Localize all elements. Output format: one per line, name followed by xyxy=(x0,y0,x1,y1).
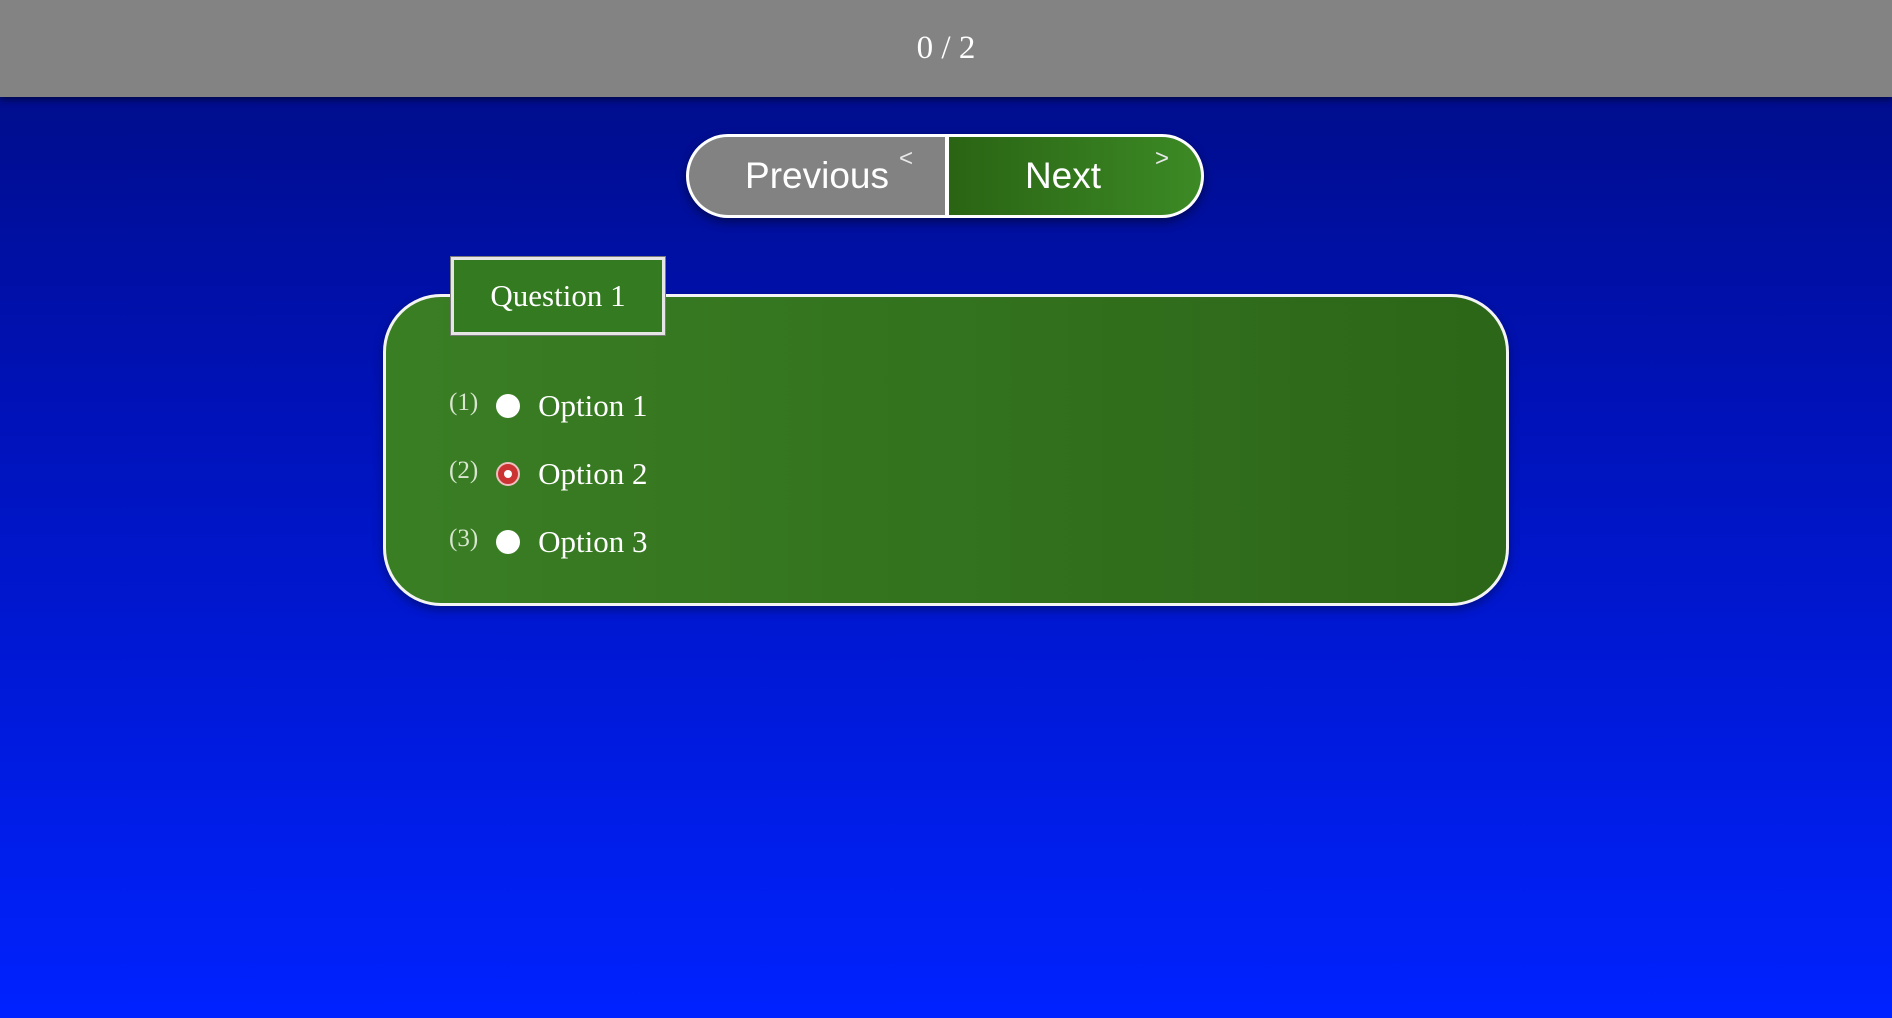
question-title: Question 1 xyxy=(450,256,666,336)
chevron-left-icon: < xyxy=(898,145,913,172)
option-label[interactable]: Option 2 xyxy=(538,456,647,492)
option-row-2[interactable]: (2) Option 2 xyxy=(449,440,648,508)
option-2-radio[interactable] xyxy=(496,462,521,486)
option-number: (1) xyxy=(449,389,479,416)
navigation-buttons: Previous < Next > xyxy=(686,134,1204,218)
option-row-3[interactable]: (3) Option 3 xyxy=(449,508,648,576)
previous-button-label: Previous xyxy=(745,155,889,196)
top-bar: 0 / 2 xyxy=(0,0,1892,97)
option-3-radio[interactable] xyxy=(496,530,521,554)
option-number: (2) xyxy=(449,457,479,484)
option-row-1[interactable]: (1) Option 1 xyxy=(449,372,648,440)
previous-button[interactable]: Previous < xyxy=(686,134,947,218)
progress-counter: 0 / 2 xyxy=(916,30,976,66)
option-number: (3) xyxy=(449,525,479,552)
option-label[interactable]: Option 3 xyxy=(538,524,647,560)
option-list: (1) Option 1 (2) Option 2 (3) Option 3 xyxy=(449,372,648,576)
option-label[interactable]: Option 1 xyxy=(538,388,647,424)
option-1-radio[interactable] xyxy=(496,394,521,418)
next-button-label: Next xyxy=(1024,155,1102,196)
next-button[interactable]: Next > xyxy=(947,134,1204,218)
chevron-right-icon: > xyxy=(1154,145,1169,172)
